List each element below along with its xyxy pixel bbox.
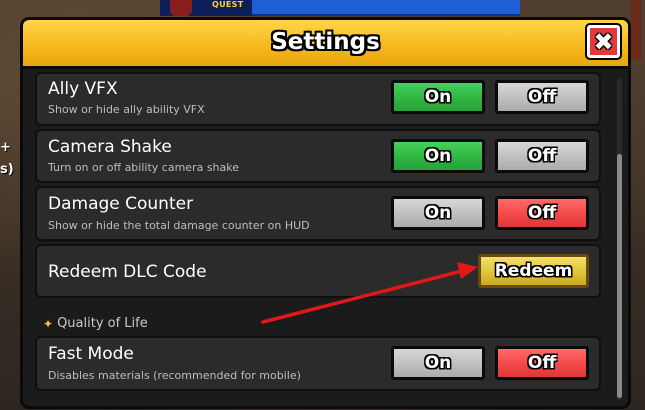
scrollbar[interactable]: [617, 78, 622, 400]
ally-vfx-on-button[interactable]: On: [391, 80, 485, 114]
setting-row-camera-shake: Camera Shake Turn on or off ability came…: [35, 129, 601, 183]
ally-vfx-off-button[interactable]: Off: [495, 80, 589, 114]
on-label: On: [424, 87, 452, 107]
on-label: On: [424, 203, 452, 223]
hud-side-fragment: s): [0, 162, 14, 177]
window-title: Settings: [271, 29, 380, 55]
on-label: On: [424, 146, 452, 166]
setting-description: Show or hide the total damage counter on…: [48, 219, 310, 232]
damage-counter-on-button[interactable]: On: [391, 196, 485, 230]
fast-mode-on-button[interactable]: On: [391, 346, 485, 380]
off-label: Off: [527, 353, 557, 373]
setting-title: Redeem DLC Code: [48, 262, 207, 282]
fast-mode-off-button[interactable]: Off: [495, 346, 589, 380]
scrollbar-thumb[interactable]: [617, 154, 622, 398]
background-pole: [631, 0, 641, 60]
redeem-button[interactable]: Redeem: [478, 254, 589, 288]
setting-row-fast-mode: Fast Mode Disables materials (recommende…: [35, 336, 601, 391]
title-bar: Settings ✖: [23, 20, 628, 69]
off-label: Off: [527, 87, 557, 107]
sparkle-icon: ✦: [43, 316, 54, 331]
section-label: Quality of Life: [57, 316, 148, 331]
settings-window: Settings ✖ Ally VFX Show or hide ally ab…: [20, 17, 631, 409]
setting-title: Ally VFX: [48, 79, 118, 99]
hud-side-plus: +: [0, 140, 11, 155]
setting-row-redeem-dlc: Redeem DLC Code Redeem: [35, 244, 601, 298]
setting-title: Damage Counter: [48, 194, 194, 214]
camera-shake-on-button[interactable]: On: [391, 139, 485, 173]
on-label: On: [424, 353, 452, 373]
settings-list: Ally VFX Show or hide ally ability VFX O…: [35, 72, 601, 406]
close-icon: ✖: [593, 27, 614, 56]
redeem-label: Redeem: [494, 261, 573, 281]
setting-title: Camera Shake: [48, 137, 172, 157]
quest-label: QUEST: [212, 0, 244, 9]
off-label: Off: [527, 203, 557, 223]
setting-row-ally-vfx: Ally VFX Show or hide ally ability VFX O…: [35, 72, 601, 126]
damage-counter-off-button[interactable]: Off: [495, 196, 589, 230]
setting-description: Disables materials (recommended for mobi…: [48, 369, 301, 382]
setting-description: Show or hide ally ability VFX: [48, 103, 205, 116]
setting-title: Fast Mode: [48, 344, 134, 364]
setting-row-damage-counter: Damage Counter Show or hide the total da…: [35, 186, 601, 241]
quest-character-icon: [170, 0, 192, 16]
setting-description: Turn on or off ability camera shake: [48, 161, 240, 174]
camera-shake-off-button[interactable]: Off: [495, 139, 589, 173]
close-button[interactable]: ✖: [585, 23, 622, 60]
section-header-quality-of-life: ✦ Quality of Life: [43, 316, 148, 331]
off-label: Off: [527, 146, 557, 166]
